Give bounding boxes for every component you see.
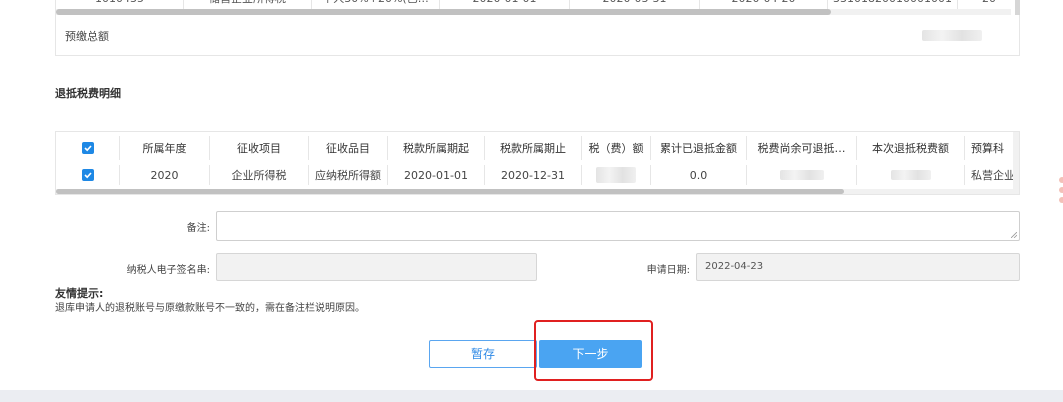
- select-all-checkbox-cell[interactable]: [56, 136, 120, 160]
- cell-tax-amount-redacted: [582, 165, 651, 185]
- table-header-row: 所属年度 征收项目 征收品目 税款所属期起 税款所属期止 税（费）额 累计已退抵…: [56, 136, 1019, 160]
- row-checkbox-cell[interactable]: [56, 165, 120, 185]
- scrollbar-thumb[interactable]: [56, 9, 831, 15]
- save-draft-button[interactable]: 暂存: [429, 340, 537, 368]
- apply-date-input[interactable]: 2022-04-23: [696, 253, 1020, 281]
- header-tax-amount: 税（费）额: [582, 136, 651, 160]
- prepaid-cell: 2020-04-20: [700, 0, 828, 9]
- cell-refunded-total: 0.0: [651, 165, 747, 185]
- cell-period-start: 2020-01-01: [388, 165, 485, 185]
- cell-levy-category: 应纳税所得额: [309, 165, 388, 185]
- prepaid-cell: 2020-01-01: [440, 0, 570, 9]
- prepaid-horizontal-scrollbar[interactable]: [56, 9, 1011, 15]
- signature-input[interactable]: [216, 253, 537, 281]
- tip-text: 退库申请人的退税账号与原缴款账号不一致的，需在备注栏说明原因。: [55, 303, 365, 314]
- prepaid-table-row: 1010435 储营企业所得税 个人30%+20%(已… 2020-01-01 …: [56, 0, 1019, 9]
- cell-current-refund-redacted: [857, 165, 965, 185]
- cell-levy-item: 企业所得税: [210, 165, 309, 185]
- header-remaining-refundable: 税费尚余可退抵…: [747, 136, 857, 160]
- header-current-refund: 本次退抵税费额: [857, 136, 965, 160]
- header-levy-item: 征收项目: [210, 136, 309, 160]
- vertical-scrollbar-thumb[interactable]: [1015, 0, 1020, 15]
- header-period-start: 税款所属期起: [388, 136, 485, 160]
- header-refunded-total: 累计已退抵金额: [651, 136, 747, 160]
- prepaid-cell: 2020-03-31: [570, 0, 700, 9]
- remark-textarea[interactable]: [216, 211, 1020, 241]
- cell-period-end: 2020-12-31: [485, 165, 582, 185]
- highlight-annotation-box: [534, 320, 653, 381]
- side-decoration-icon: [1059, 177, 1063, 203]
- prepaid-table: 1010435 储营企业所得税 个人30%+20%(已… 2020-01-01 …: [55, 0, 1020, 56]
- apply-date-label: 申请日期:: [646, 265, 690, 276]
- header-budget-subject: 预算科: [971, 142, 1004, 155]
- prepaid-total-value-redacted: [922, 30, 982, 41]
- cell-year: 2020: [120, 165, 210, 185]
- table-vertical-scrollbar[interactable]: [1013, 132, 1019, 194]
- resize-handle-icon[interactable]: [1011, 232, 1017, 238]
- table-row[interactable]: 2020 企业所得税 应纳税所得额 2020-01-01 2020-12-31 …: [56, 165, 1019, 185]
- cell-remaining-refundable-redacted: [747, 165, 857, 185]
- header-year: 所属年度: [120, 136, 210, 160]
- prepaid-cell: 20: [958, 0, 1019, 9]
- refund-detail-table: 所属年度 征收项目 征收品目 税款所属期起 税款所属期止 税（费）额 累计已退抵…: [55, 131, 1020, 195]
- cell-budget-subject: 私营企业: [971, 169, 1015, 182]
- remark-label: 备注:: [186, 223, 210, 234]
- header-levy-category: 征收品目: [309, 136, 388, 160]
- row-checkbox[interactable]: [81, 169, 94, 181]
- prepaid-cell: 个人30%+20%(已…: [312, 0, 440, 9]
- prepaid-cell: 1010435: [56, 0, 184, 9]
- signature-label: 纳税人电子签名串:: [126, 265, 210, 276]
- prepaid-total-label: 预缴总额: [65, 30, 109, 43]
- header-period-end: 税款所属期止: [485, 136, 582, 160]
- prepaid-cell: 33101820010001001: [828, 0, 958, 9]
- section-title: 退抵税费明细: [55, 87, 121, 100]
- select-all-checkbox[interactable]: [81, 142, 94, 154]
- prepaid-cell: 储营企业所得税: [184, 0, 312, 9]
- scrollbar-thumb[interactable]: [56, 189, 844, 194]
- footer-bar: [0, 390, 1063, 402]
- table-horizontal-scrollbar[interactable]: [56, 189, 1016, 194]
